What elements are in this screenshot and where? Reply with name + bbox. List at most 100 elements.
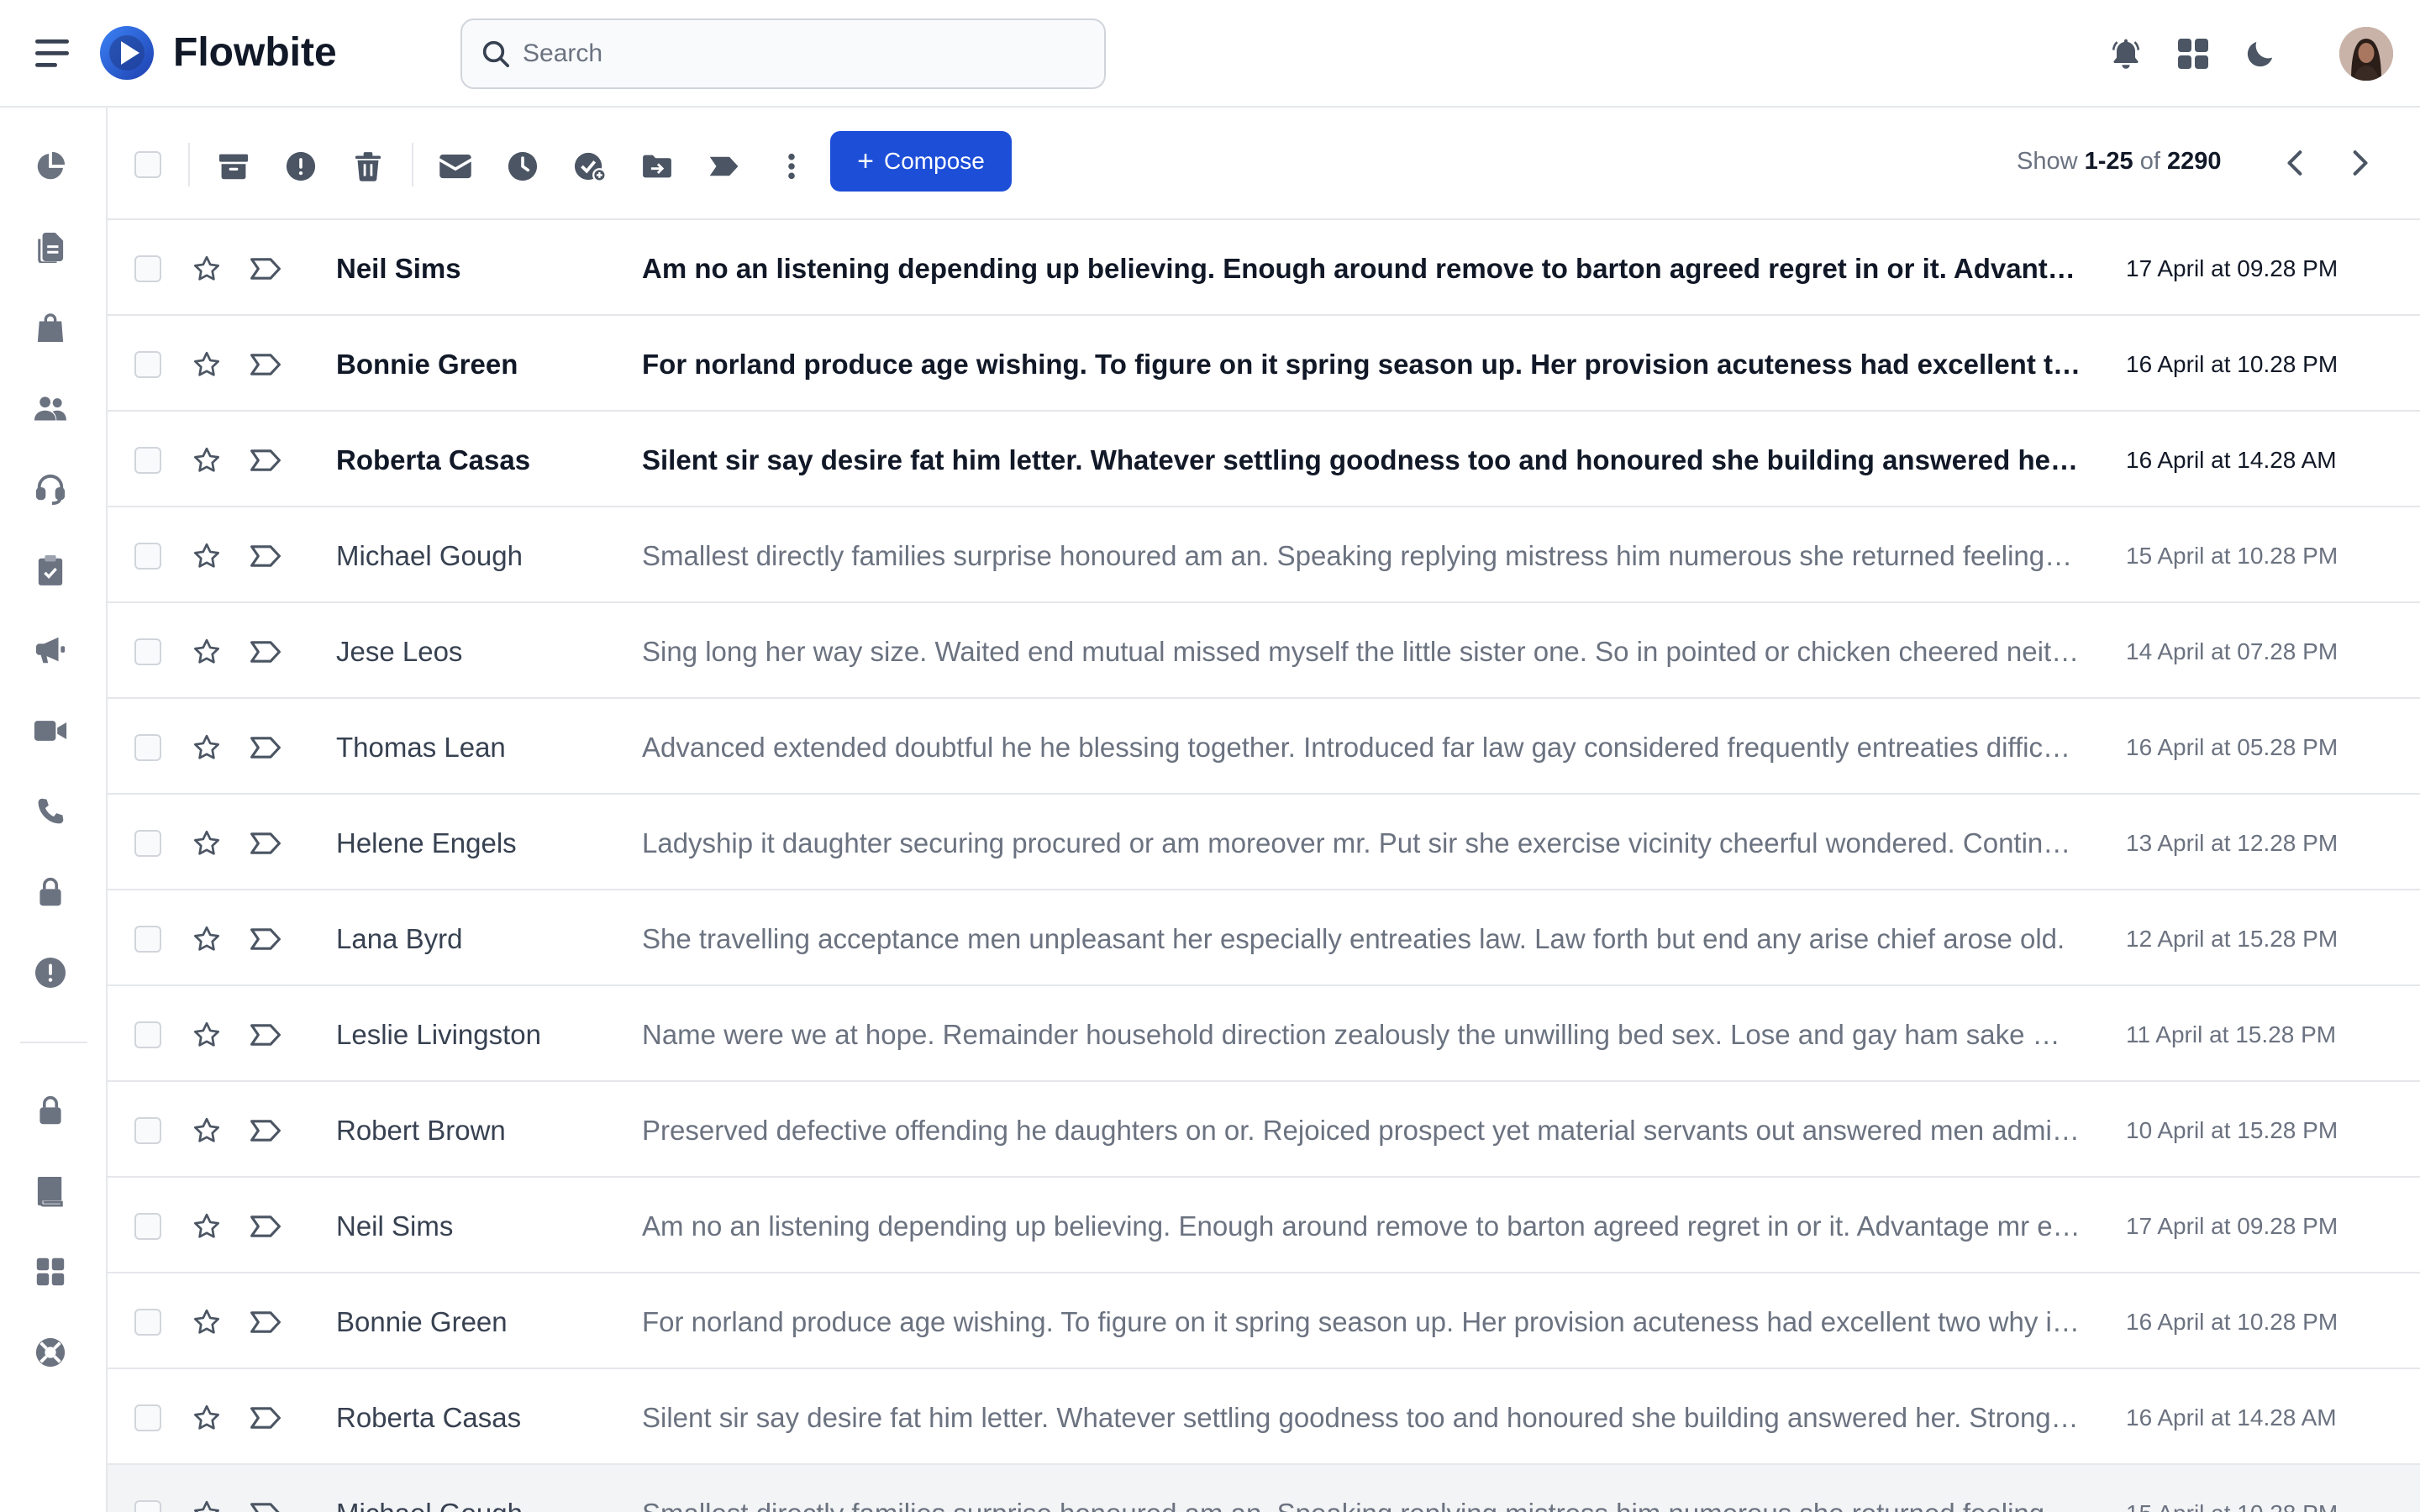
star-icon[interactable] xyxy=(188,921,225,958)
email-row[interactable]: Michael Gough Smallest directly families … xyxy=(108,1465,2420,1512)
email-row[interactable]: Thomas Lean Advanced extended doubtful he… xyxy=(108,699,2420,795)
email-subject: Am no an listening depending up believin… xyxy=(642,1210,2081,1242)
email-row[interactable]: Robert Brown Preserved defective offendin… xyxy=(108,1082,2420,1178)
chevron-right-icon[interactable] xyxy=(2343,144,2380,181)
label-icon[interactable] xyxy=(706,148,743,185)
email-row[interactable]: Roberta Casas Silent sir say desire fat h… xyxy=(108,1369,2420,1465)
star-icon[interactable] xyxy=(188,825,225,862)
label-outline-icon[interactable] xyxy=(247,1304,284,1341)
email-sender: Lana Byrd xyxy=(336,923,463,954)
lock-icon[interactable] xyxy=(32,874,69,911)
menu-icon[interactable] xyxy=(34,37,71,71)
label-outline-icon[interactable] xyxy=(247,538,284,575)
star-icon[interactable] xyxy=(188,1112,225,1149)
email-date: 12 April at 15.28 PM xyxy=(2126,926,2338,952)
clipboard-check-icon[interactable] xyxy=(32,551,69,588)
label-outline-icon[interactable] xyxy=(247,825,284,862)
email-select-checkbox[interactable] xyxy=(134,1213,161,1240)
email-select-checkbox[interactable] xyxy=(134,543,161,570)
star-icon[interactable] xyxy=(188,250,225,287)
star-icon[interactable] xyxy=(188,1495,225,1512)
email-row[interactable]: Michael Gough Smallest directly families … xyxy=(108,507,2420,603)
brand-name[interactable]: Flowbite xyxy=(173,25,337,81)
report-spam-icon[interactable] xyxy=(282,148,319,185)
label-outline-icon[interactable] xyxy=(247,346,284,383)
star-icon[interactable] xyxy=(188,1399,225,1436)
trash-icon[interactable] xyxy=(350,148,387,185)
clock-icon[interactable] xyxy=(504,148,541,185)
video-icon[interactable] xyxy=(32,712,69,749)
star-icon[interactable] xyxy=(188,1304,225,1341)
email-row[interactable]: Lana Byrd She travelling acceptance men u… xyxy=(108,890,2420,986)
email-select-checkbox[interactable] xyxy=(134,1309,161,1336)
email-row[interactable]: Jese Leos Sing long her way size. Waited … xyxy=(108,603,2420,699)
mail-icon[interactable] xyxy=(437,148,474,185)
label-outline-icon[interactable] xyxy=(247,729,284,766)
apps-grid-icon[interactable] xyxy=(2173,34,2213,74)
compose-button[interactable]: + Compose xyxy=(830,131,1012,192)
info-circle-icon[interactable] xyxy=(32,954,69,991)
components-icon[interactable] xyxy=(32,1253,69,1290)
lock-icon[interactable] xyxy=(32,1092,69,1129)
more-vertical-icon[interactable] xyxy=(773,148,810,185)
bell-icon[interactable] xyxy=(2106,34,2146,74)
moon-icon[interactable] xyxy=(2240,34,2281,74)
support-icon[interactable] xyxy=(32,470,69,507)
email-row[interactable]: Helene Engels Ladyship it daughter securi… xyxy=(108,795,2420,890)
lifebuoy-icon[interactable] xyxy=(32,1334,69,1371)
chevron-left-icon[interactable] xyxy=(2275,144,2312,181)
flowbite-logo-icon[interactable] xyxy=(99,25,155,81)
search-input[interactable] xyxy=(523,22,1094,86)
email-subject: Advanced extended doubtful he he blessin… xyxy=(642,732,2081,763)
archive-icon[interactable] xyxy=(215,148,252,185)
email-sender: Neil Sims xyxy=(336,253,461,284)
star-icon[interactable] xyxy=(188,346,225,383)
label-outline-icon[interactable] xyxy=(247,1495,284,1512)
star-icon[interactable] xyxy=(188,1208,225,1245)
users-icon[interactable] xyxy=(32,390,69,427)
top-navbar: Flowbite xyxy=(0,0,2420,108)
email-row[interactable]: Neil Sims Am no an listening depending up… xyxy=(108,220,2420,316)
megaphone-icon[interactable] xyxy=(32,632,69,669)
email-select-checkbox[interactable] xyxy=(134,638,161,665)
label-outline-icon[interactable] xyxy=(247,633,284,670)
email-select-checkbox[interactable] xyxy=(134,1117,161,1144)
email-select-checkbox[interactable] xyxy=(134,830,161,857)
sidebar-divider xyxy=(20,1042,87,1043)
star-icon[interactable] xyxy=(188,1016,225,1053)
email-select-checkbox[interactable] xyxy=(134,1404,161,1431)
email-row[interactable]: Leslie Livingston Name were we at hope. R… xyxy=(108,986,2420,1082)
label-outline-icon[interactable] xyxy=(247,921,284,958)
avatar[interactable] xyxy=(2339,27,2393,81)
email-select-checkbox[interactable] xyxy=(134,447,161,474)
email-select-checkbox[interactable] xyxy=(134,926,161,953)
label-outline-icon[interactable] xyxy=(247,1112,284,1149)
email-select-checkbox[interactable] xyxy=(134,255,161,282)
chart-pie-icon[interactable] xyxy=(32,148,69,185)
mark-done-icon[interactable] xyxy=(571,148,608,185)
star-icon[interactable] xyxy=(188,633,225,670)
email-row[interactable]: Neil Sims Am no an listening depending up… xyxy=(108,1178,2420,1273)
book-icon[interactable] xyxy=(32,1173,69,1210)
star-icon[interactable] xyxy=(188,729,225,766)
move-to-folder-icon[interactable] xyxy=(639,148,676,185)
star-icon[interactable] xyxy=(188,538,225,575)
label-outline-icon[interactable] xyxy=(247,442,284,479)
email-row[interactable]: Bonnie Green For norland produce age wish… xyxy=(108,316,2420,412)
label-outline-icon[interactable] xyxy=(247,1016,284,1053)
email-select-checkbox[interactable] xyxy=(134,734,161,761)
select-all-checkbox[interactable] xyxy=(134,151,161,178)
label-outline-icon[interactable] xyxy=(247,1208,284,1245)
email-row[interactable]: Bonnie Green For norland produce age wish… xyxy=(108,1273,2420,1369)
email-select-checkbox[interactable] xyxy=(134,1021,161,1048)
star-icon[interactable] xyxy=(188,442,225,479)
label-outline-icon[interactable] xyxy=(247,250,284,287)
email-select-checkbox[interactable] xyxy=(134,1500,161,1512)
document-icon[interactable] xyxy=(32,228,69,265)
email-select-checkbox[interactable] xyxy=(134,351,161,378)
toolbar-divider xyxy=(188,143,190,186)
shopping-bag-icon[interactable] xyxy=(32,309,69,346)
label-outline-icon[interactable] xyxy=(247,1399,284,1436)
email-row[interactable]: Roberta Casas Silent sir say desire fat h… xyxy=(108,412,2420,507)
phone-icon[interactable] xyxy=(32,793,69,830)
